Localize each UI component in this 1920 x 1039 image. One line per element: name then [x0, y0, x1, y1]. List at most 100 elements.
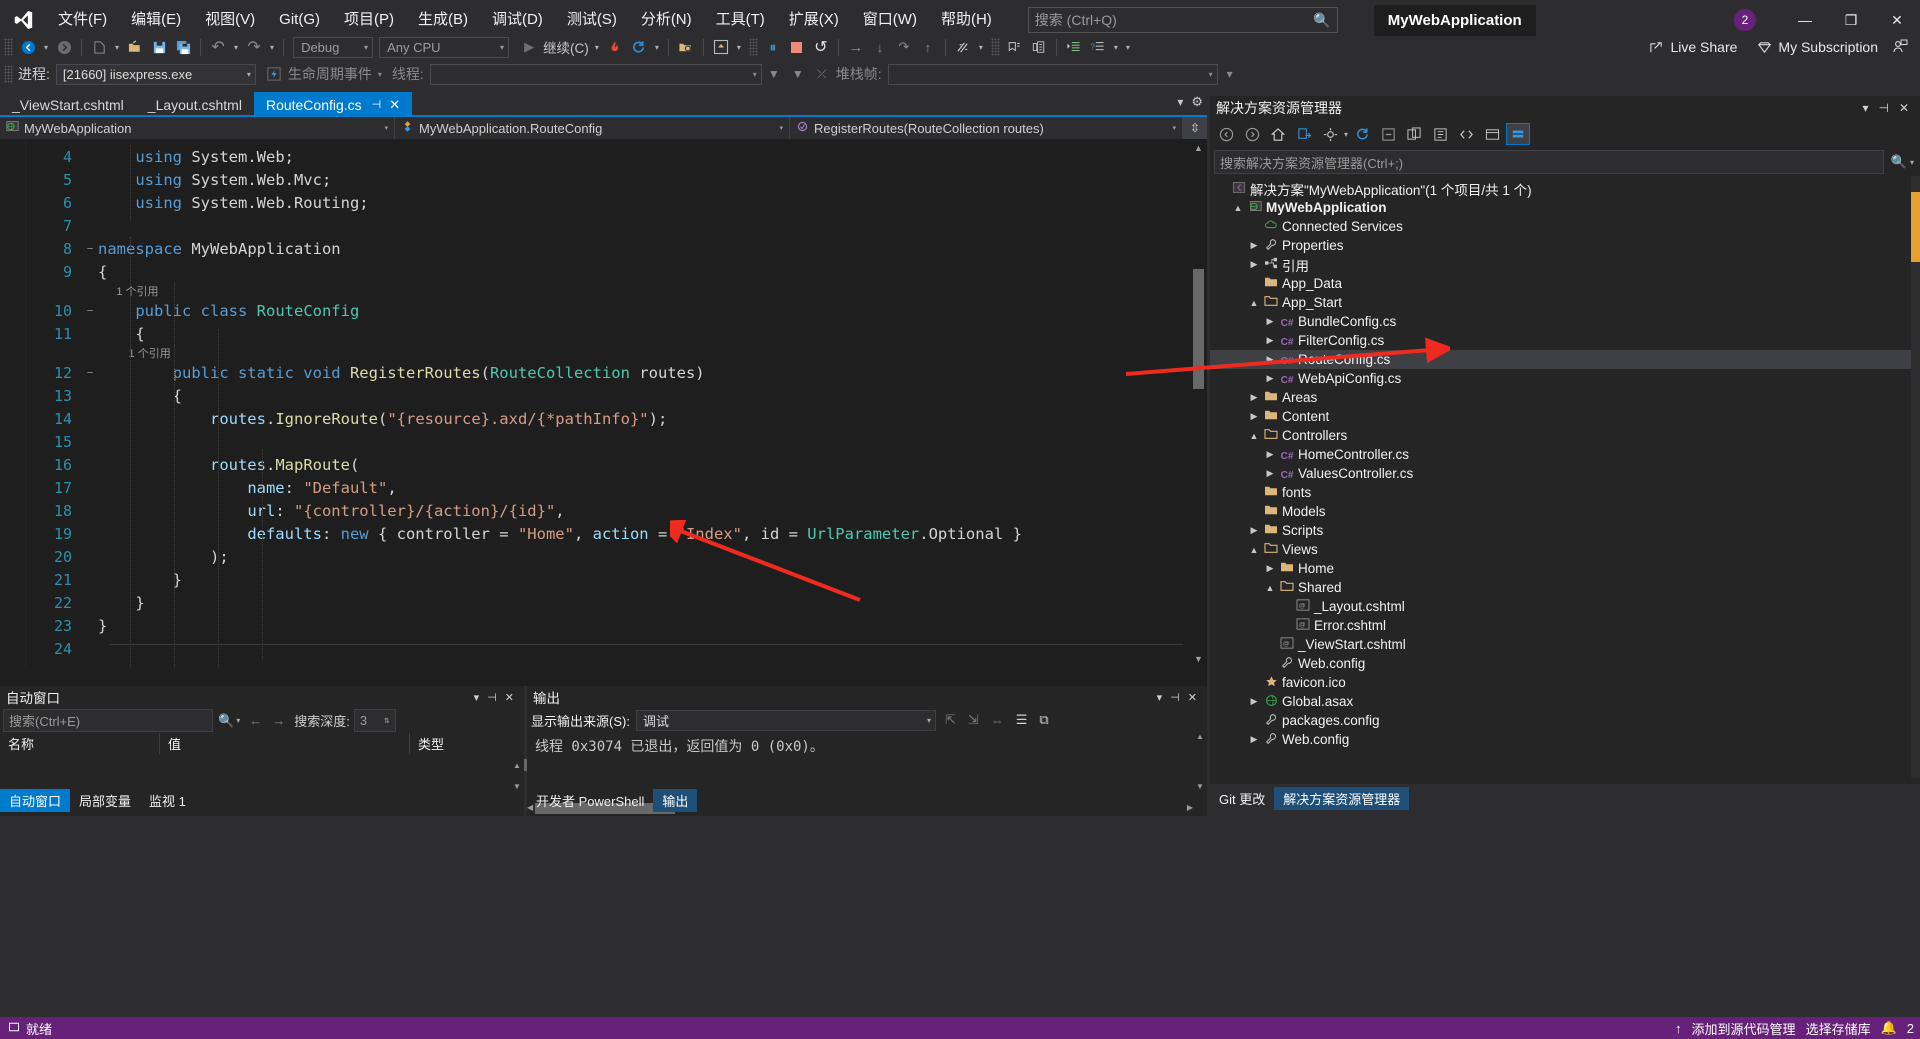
tree-expander-icon[interactable]: ▲	[1230, 203, 1246, 213]
show-threads-in-source-icon[interactable]: ⤫	[810, 62, 834, 86]
tree-item---[interactable]: ▶引用	[1210, 255, 1920, 274]
tree-item-app-start[interactable]: ▲App_Start	[1210, 293, 1920, 312]
flag-threads-icon[interactable]: ▼	[762, 62, 786, 86]
scroll-down-arrow-icon[interactable]: ▼	[510, 782, 524, 794]
scroll-right-arrow-icon[interactable]: ▶	[1187, 803, 1193, 812]
close-icon[interactable]: ✕	[501, 691, 518, 704]
scroll-up-arrow-icon[interactable]: ▲	[1193, 732, 1207, 744]
tree-expander-icon[interactable]: ▶	[1262, 563, 1278, 574]
code-line[interactable]: 12− public static void RegisterRoutes(Ro…	[26, 361, 1207, 384]
restart-debug-button[interactable]: ↺	[809, 35, 833, 59]
code-text-area[interactable]: 4 using System.Web;5 using System.Web.Mv…	[26, 139, 1207, 667]
lifecycle-events-icon[interactable]	[262, 62, 286, 86]
show-all-files-icon[interactable]	[1402, 123, 1426, 145]
navbar-project-dropdown[interactable]: MyWebApplication ▾	[0, 117, 395, 139]
tree-item-error.cshtml[interactable]: @Error.cshtml	[1210, 616, 1920, 635]
solution-tree[interactable]: 解决方案"MyWebApplication"(1 个项目/共 1 个)▲MyWe…	[1210, 176, 1920, 749]
code-line[interactable]: 4 using System.Web;	[26, 145, 1207, 168]
tree-expander-icon[interactable]: ▶	[1262, 316, 1278, 327]
code-line[interactable]: 22 }	[26, 591, 1207, 614]
refresh-icon[interactable]	[1350, 123, 1374, 145]
tab-layout-cshtml[interactable]: _Layout.cshtml	[136, 92, 254, 117]
tree-expander-icon[interactable]: ▶	[1262, 373, 1278, 384]
save-icon[interactable]	[147, 35, 171, 59]
global-search-box[interactable]: 搜索 (Ctrl+Q) 🔍	[1028, 7, 1338, 33]
tree-item-filterconfig.cs[interactable]: ▶C#FilterConfig.cs	[1210, 331, 1920, 350]
tree-expander-icon[interactable]: ▶	[1246, 525, 1262, 536]
tree-item-connected-services[interactable]: Connected Services	[1210, 217, 1920, 236]
dock-tab-dev-powershell[interactable]: 开发者 PowerShell	[527, 789, 653, 812]
dock-tab-output[interactable]: 输出	[653, 789, 697, 812]
stackframe-dropdown[interactable]: ▾	[888, 64, 1218, 85]
restart-icon[interactable]	[627, 35, 651, 59]
tree-item-properties[interactable]: ▶Properties	[1210, 236, 1920, 255]
fold-toggle-icon[interactable]: −	[82, 304, 98, 317]
restart-dropdown-icon[interactable]: ▾	[651, 43, 663, 52]
sync-with-active-document-icon[interactable]	[1292, 123, 1316, 145]
thread-dropdown[interactable]: ▾	[430, 64, 762, 85]
code-line[interactable]: 23}	[26, 614, 1207, 637]
tree-expander-icon[interactable]: ▶	[1246, 411, 1262, 422]
code-line[interactable]: 18 url: "{controller}/{action}/{id}",	[26, 499, 1207, 522]
search-icon[interactable]: 🔍	[1888, 154, 1910, 170]
pause-button[interactable]: ⏸	[761, 35, 785, 59]
solution-explorer-scrollbar[interactable]	[1911, 176, 1920, 778]
editor-vertical-scrollbar[interactable]: ▲ ▼	[1190, 139, 1207, 667]
codelens-reference[interactable]: 1 个引用	[26, 283, 1207, 299]
scroll-thumb[interactable]	[1911, 192, 1920, 262]
code-line[interactable]: 24	[26, 637, 1207, 660]
tree-item--viewstart.cshtml[interactable]: @_ViewStart.cshtml	[1210, 635, 1920, 654]
code-view-icon[interactable]	[1454, 123, 1478, 145]
scroll-down-arrow-icon[interactable]: ▼	[1193, 782, 1207, 794]
fold-toggle-icon[interactable]: −	[82, 242, 98, 255]
output-vertical-scrollbar[interactable]: ▲ ▼	[1193, 732, 1207, 794]
tree-expander-icon[interactable]: ▲	[1246, 298, 1262, 308]
tree-expander-icon[interactable]: ▶	[1246, 240, 1262, 251]
chevron-down-icon[interactable]: ▾	[1344, 130, 1348, 139]
my-subscription-button[interactable]: My Subscription	[1747, 39, 1888, 55]
toolbar-grip-2[interactable]	[749, 38, 758, 56]
fold-toggle-icon[interactable]: −	[82, 366, 98, 379]
debugbar-grip[interactable]	[4, 65, 13, 83]
feedback-icon[interactable]	[1888, 35, 1912, 59]
split-view-icon[interactable]: ⇳	[1183, 117, 1207, 139]
navbar-type-dropdown[interactable]: MyWebApplication.RouteConfig ▾	[395, 117, 790, 139]
dock-tab-git-changes[interactable]: Git 更改	[1210, 787, 1274, 810]
code-line[interactable]: 8−namespace MyWebApplication	[26, 237, 1207, 260]
tree-item-views[interactable]: ▲Views	[1210, 540, 1920, 559]
code-line[interactable]: 7	[26, 214, 1207, 237]
redo-dropdown-icon[interactable]: ▾	[266, 43, 278, 52]
tree-item-home[interactable]: ▶Home	[1210, 559, 1920, 578]
tree-item-bundleconfig.cs[interactable]: ▶C#BundleConfig.cs	[1210, 312, 1920, 331]
tree-expander-icon[interactable]: ▶	[1246, 696, 1262, 707]
chevron-down-icon[interactable]: ▾	[470, 691, 484, 704]
tree-expander-icon[interactable]: ▶	[1262, 354, 1278, 365]
tree-item-homecontroller.cs[interactable]: ▶C#HomeController.cs	[1210, 445, 1920, 464]
tree-expander-icon[interactable]: ▶	[1246, 259, 1262, 270]
gear-icon[interactable]: ⚙	[1191, 94, 1203, 110]
tree-item-web.config[interactable]: ▶Web.config	[1210, 730, 1920, 749]
live-preview-dropdown-icon[interactable]: ▾	[733, 43, 745, 52]
close-icon[interactable]: ✕	[1184, 691, 1201, 704]
code-line[interactable]: 14 routes.IgnoreRoute("{resource}.axd/{*…	[26, 407, 1207, 430]
code-line[interactable]: 15	[26, 430, 1207, 453]
program-output-icon[interactable]: ⧉	[1036, 712, 1051, 728]
tree-item-shared[interactable]: ▲Shared	[1210, 578, 1920, 597]
show-next-statement-icon[interactable]: →	[844, 35, 868, 59]
preview-icon[interactable]	[1480, 123, 1504, 145]
tab-routeconfig-cs[interactable]: RouteConfig.cs ⊣ ✕	[254, 92, 412, 117]
step-into-icon[interactable]: ↓	[868, 35, 892, 59]
live-share-button[interactable]: Live Share	[1639, 39, 1747, 55]
step-over-icon[interactable]: ↷	[892, 35, 916, 59]
status-notification-count[interactable]: 2	[1907, 1021, 1914, 1036]
show-output-icon[interactable]: ☰	[1013, 712, 1031, 728]
toolbar-grip[interactable]	[4, 38, 13, 56]
tree-expander-icon[interactable]: ▲	[1262, 583, 1278, 593]
show-flagged-threads-icon[interactable]: ▼	[786, 62, 810, 86]
autos-vertical-scrollbar[interactable]: ▲ ▼	[510, 761, 524, 794]
pin-icon[interactable]: ⊣	[1166, 691, 1184, 704]
tree-expander-icon[interactable]: ▶	[1262, 335, 1278, 346]
tree-item-mywebapplication[interactable]: ▲MyWebApplication	[1210, 198, 1920, 217]
navigate-backward-icon[interactable]	[16, 35, 40, 59]
code-line[interactable]: 10− public class RouteConfig	[26, 299, 1207, 322]
